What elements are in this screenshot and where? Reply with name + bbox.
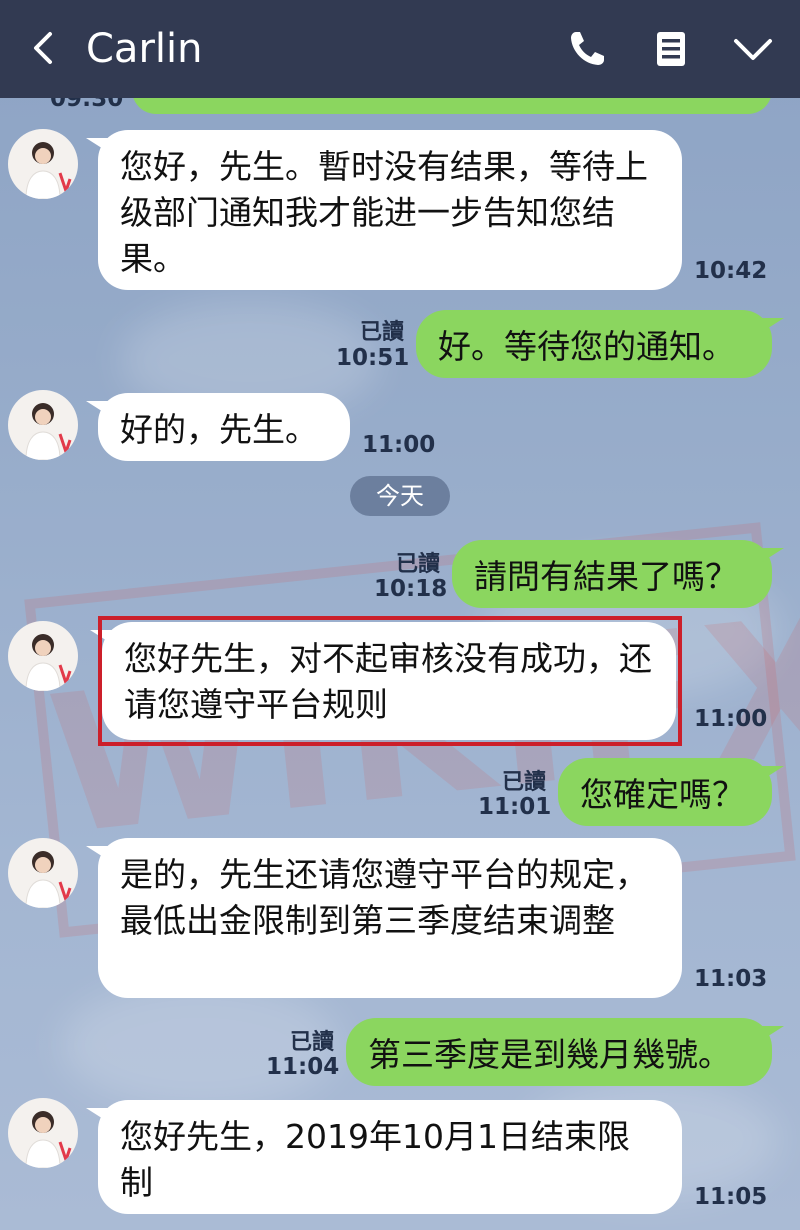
read-receipt: 已讀	[501, 770, 546, 795]
chat-header: Carlin	[0, 0, 800, 98]
message-time: 11:05	[694, 1184, 768, 1210]
phone-icon[interactable]	[566, 28, 608, 70]
message-bubble-incoming[interactable]: 您好，先生。暫时没有结果，等待上级部门通知我才能进一步告知您结果。	[86, 130, 682, 290]
avatar[interactable]	[8, 1098, 78, 1168]
read-receipt: 已讀	[289, 1030, 334, 1055]
message-bubble-incoming[interactable]: 好的，先生。	[86, 393, 350, 461]
message-time: 11:01	[478, 794, 552, 820]
message-time: 11:03	[694, 966, 768, 992]
date-divider: 今天	[350, 476, 450, 516]
message-time: 10:18	[374, 576, 448, 602]
chevron-left-icon[interactable]	[26, 30, 62, 66]
highlight-box	[98, 616, 682, 746]
message-time: 10:51	[336, 345, 410, 371]
read-receipt: 已讀	[359, 320, 404, 345]
notes-icon[interactable]	[650, 28, 692, 70]
chevron-down-icon[interactable]	[732, 28, 774, 70]
message-bubble-outgoing[interactable]: 您確定嗎？	[558, 758, 784, 826]
message-time: 10:42	[694, 258, 768, 284]
message-bubble-incoming[interactable]: 您好先生，2019年10月1日结束限制	[86, 1100, 682, 1214]
avatar[interactable]	[8, 621, 78, 691]
avatar[interactable]	[8, 129, 78, 199]
avatar[interactable]	[8, 390, 78, 460]
read-receipt: 已讀	[395, 552, 440, 577]
avatar[interactable]	[8, 838, 78, 908]
message-bubble-incoming[interactable]: 是的，先生还请您遵守平台的规定，最低出金限制到第三季度结束调整	[86, 838, 682, 998]
message-bubble-outgoing[interactable]: 第三季度是到幾月幾號。	[346, 1018, 784, 1086]
message-time: 11:04	[266, 1054, 340, 1080]
message-time: 11:00	[362, 432, 436, 458]
chat-title: Carlin	[86, 26, 203, 72]
message-bubble-outgoing[interactable]: 好。等待您的通知。	[416, 310, 784, 378]
message-time: 11:00	[694, 706, 768, 732]
message-bubble-outgoing[interactable]: 請問有結果了嗎？	[452, 540, 784, 608]
